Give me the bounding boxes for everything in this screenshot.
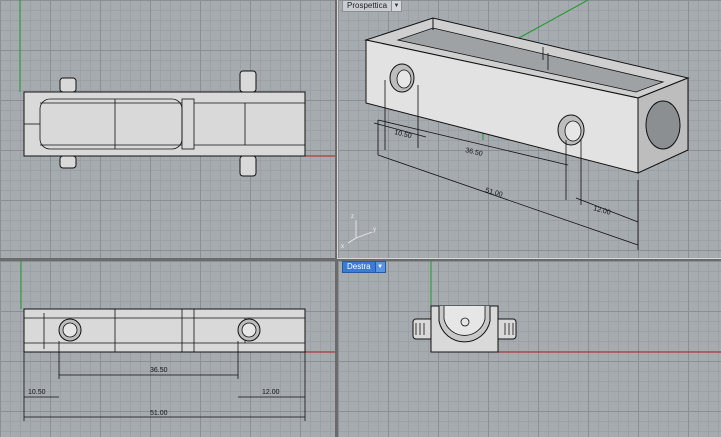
perspective-drawing: 10.50 36.50 51.00 12.00 z y x — [341, 0, 690, 250]
viewport-right[interactable]: Destra ▼ — [338, 261, 721, 437]
dim-label-36-50: 36.50 — [150, 367, 168, 374]
dim-label-12-00: 12.00 — [592, 205, 611, 217]
viewport-title[interactable]: Prospettica — [342, 0, 393, 12]
viewport-perspective[interactable]: Prospettica ▼ 10.50 36.50 51.00 12.00 z … — [337, 0, 721, 259]
axis-triad-icon — [347, 220, 373, 244]
front-view-drawing: 36.50 10.50 12.00 51.00 — [20, 261, 335, 421]
viewport-tab-right[interactable]: Destra ▼ — [342, 261, 386, 273]
dim-label-51-00: 51.00 — [150, 410, 168, 417]
viewport-tab-perspective[interactable]: Prospettica ▼ — [342, 0, 403, 12]
dim-label-10-50: 10.50 — [28, 389, 46, 396]
svg-text:z: z — [351, 214, 354, 220]
svg-text:y: y — [373, 227, 376, 233]
svg-text:x: x — [341, 244, 344, 250]
right-view-drawing — [412, 261, 721, 353]
pin-bottom-right — [239, 155, 257, 177]
rhino-four-viewport-layout: Prospettica ▼ 10.50 36.50 51.00 12.00 z … — [0, 0, 721, 437]
dim-label-12-00: 12.00 — [262, 389, 280, 396]
chevron-down-icon[interactable]: ▼ — [392, 0, 403, 12]
chevron-down-icon[interactable]: ▼ — [375, 261, 386, 273]
dim-label-10-50: 10.50 — [394, 129, 413, 140]
pin-bottom-left — [59, 155, 77, 169]
viewport-front[interactable]: 36.50 10.50 12.00 51.00 — [0, 261, 335, 437]
pin-top-left — [59, 77, 77, 93]
pin-top-right — [239, 70, 257, 93]
dim-label-51-00: 51.00 — [484, 187, 503, 199]
top-view-drawing — [19, 0, 335, 177]
dim-label-36-50: 36.50 — [465, 147, 484, 158]
viewport-title[interactable]: Destra — [342, 261, 376, 273]
viewport-top[interactable] — [0, 0, 335, 258]
body-outline — [23, 91, 306, 157]
